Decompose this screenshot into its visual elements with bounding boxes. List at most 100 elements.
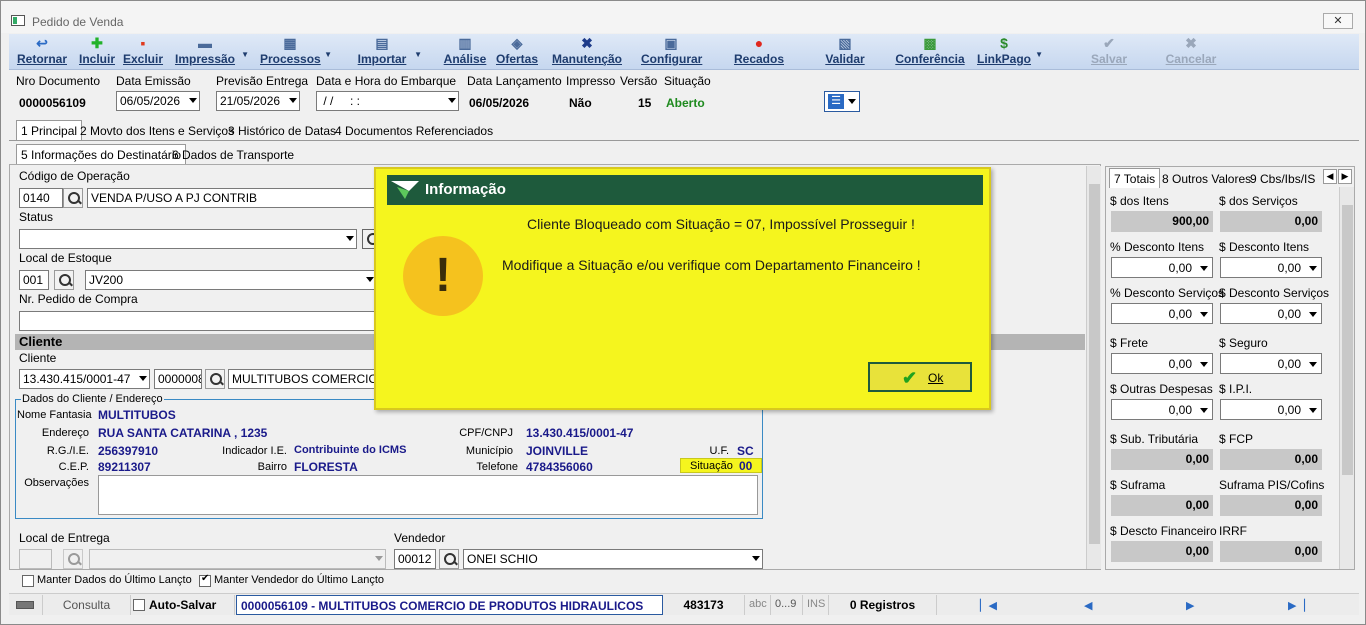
total-input[interactable]: 0,00 (1111, 257, 1213, 278)
tab-totais[interactable]: 7 Totais (1109, 168, 1161, 188)
incluir-button[interactable]: ✚ Incluir (76, 36, 118, 68)
close-button[interactable]: ✕ (1323, 13, 1353, 29)
tab-transporte[interactable]: 6 Dados de Transporte (167, 144, 299, 164)
chevron-down-icon[interactable] (289, 98, 297, 103)
manutencao-button[interactable]: ✖ Manutenção (551, 36, 623, 68)
total-input[interactable]: 0,00 (1220, 353, 1322, 374)
chevron-down-icon[interactable]: ▼ (241, 50, 249, 59)
chevron-down-icon[interactable] (375, 556, 383, 561)
keyboard-icon[interactable] (9, 595, 43, 615)
total-input[interactable]: 0,00 (1220, 399, 1322, 420)
importar-button[interactable]: ▤ Importar ▼ (354, 36, 422, 68)
chevron-down-icon[interactable] (1200, 312, 1208, 317)
processos-button[interactable]: ▦ Processos ▼ (260, 36, 332, 68)
embarque-field[interactable]: / / : : (316, 91, 459, 111)
total-input[interactable]: 0,00 (1220, 257, 1322, 278)
manter-dados-checkbox[interactable] (22, 575, 34, 587)
view-toggle-button[interactable]: ☰ (824, 91, 860, 112)
chevron-down-icon[interactable] (189, 98, 197, 103)
tab-documentos[interactable]: 4 Documentos Referenciados (330, 120, 498, 140)
pedido-compra-field[interactable] (19, 311, 377, 331)
chevron-down-icon[interactable] (1309, 408, 1317, 413)
conferencia-button[interactable]: ▩ Conferência (895, 36, 965, 68)
auto-salvar-checkbox[interactable] (133, 599, 145, 611)
chevron-down-icon[interactable] (848, 99, 856, 104)
previsao-field[interactable]: 21/05/2026 (216, 91, 300, 111)
list-icon: ☰ (828, 94, 844, 109)
chevron-down-icon[interactable] (1309, 266, 1317, 271)
cliente-cnpj-select[interactable]: 13.430.415/0001-47 (19, 369, 150, 389)
main-scrollbar[interactable] (1086, 166, 1101, 569)
local-entrega-select[interactable] (89, 549, 386, 569)
next-record-icon[interactable]: ▶ (1186, 599, 1194, 612)
recados-button[interactable]: ● Recados (733, 36, 785, 68)
dados-cliente-title: Dados do Cliente / Endereço (21, 393, 164, 405)
ofertas-button[interactable]: ◈ Ofertas (493, 36, 541, 68)
tab-outros-valores[interactable]: 8 Outros Valores (1157, 168, 1256, 188)
excluir-button[interactable]: ▪ Excluir (123, 36, 163, 68)
search-icon[interactable] (54, 270, 74, 290)
data-emissao-field[interactable]: 06/05/2026 (116, 91, 200, 111)
retornar-button[interactable]: ↩ Retornar (16, 36, 68, 68)
tab-historico[interactable]: 3 Histórico de Datas (223, 120, 341, 140)
scroll-thumb[interactable] (1089, 184, 1100, 544)
cancelar-button[interactable]: ✖ Cancelar (1163, 36, 1219, 68)
tab-scroll-right-icon[interactable]: ▶ (1338, 169, 1352, 184)
tab-scroll-left-icon[interactable]: ◀ (1323, 169, 1337, 184)
ok-button[interactable]: ✔ Ok (868, 362, 972, 392)
last-record-icon[interactable]: ▶▕ (1288, 599, 1305, 612)
configurar-button[interactable]: ▣ Configurar (641, 36, 702, 68)
total-label: $ Outras Despesas (1110, 382, 1213, 396)
tab-cbs-ibs[interactable]: 9 Cbs/Ibs/IS (1245, 168, 1320, 188)
chevron-down-icon[interactable]: ▼ (414, 50, 422, 59)
salvar-button[interactable]: ✔ Salvar (1085, 36, 1133, 68)
search-icon[interactable] (63, 188, 83, 208)
vendedor-select[interactable]: ONEI SCHIO (463, 549, 763, 569)
chevron-down-icon[interactable] (139, 376, 147, 381)
manter-vendedor-checkbox[interactable] (199, 573, 211, 587)
linkpago-button[interactable]: $ LinkPago ▼ (977, 36, 1043, 68)
impressao-button[interactable]: ▬ Impressão ▼ (173, 36, 249, 68)
chevron-down-icon[interactable] (448, 98, 456, 103)
dialog-message-1: Cliente Bloqueado com Situação = 07, Imp… (527, 216, 915, 232)
chevron-down-icon[interactable] (1200, 408, 1208, 413)
prev-record-icon[interactable]: ◀ (1084, 599, 1092, 612)
scroll-thumb[interactable] (1342, 205, 1353, 475)
validar-button[interactable]: ▧ Validar (821, 36, 869, 68)
cliente-nome-field[interactable]: MULTITUBOS COMERCIO DE (228, 369, 377, 389)
first-record-icon[interactable]: ▏◀ (980, 599, 997, 612)
vendedor-code[interactable]: 00012 (394, 549, 436, 569)
chevron-down-icon[interactable] (752, 556, 760, 561)
status-select[interactable] (19, 229, 357, 249)
window-title: Pedido de Venda (32, 15, 124, 29)
chevron-down-icon[interactable]: ▼ (1035, 50, 1043, 59)
local-estoque-field[interactable]: 001 (19, 270, 49, 290)
search-icon[interactable] (205, 369, 225, 389)
cod-operacao-field[interactable]: 0140 (19, 188, 63, 208)
analise-button[interactable]: ▥ Análise (443, 36, 487, 68)
total-input[interactable]: 0,00 (1111, 353, 1213, 374)
chevron-down-icon[interactable]: ▼ (324, 50, 332, 59)
cliente-code-field[interactable]: 0000008 (154, 369, 202, 389)
total-input[interactable]: 0,00 (1111, 303, 1213, 324)
total-input[interactable]: 0,00 (1111, 399, 1213, 420)
chevron-down-icon[interactable] (1200, 266, 1208, 271)
municipio-value: JOINVILLE (526, 444, 589, 458)
search-icon[interactable] (439, 549, 459, 569)
cod-operacao-desc[interactable]: VENDA P/USO A PJ CONTRIB (87, 188, 377, 208)
tab-movto-itens[interactable]: 2 Movto dos Itens e Serviços (75, 120, 239, 140)
chevron-down-icon[interactable] (366, 277, 374, 282)
observacoes-field[interactable] (98, 475, 758, 515)
search-icon[interactable] (63, 549, 83, 569)
tab-destinatario[interactable]: 5 Informações do Destinatário (16, 144, 187, 164)
chevron-down-icon[interactable] (1200, 362, 1208, 367)
total-input[interactable]: 0,00 (1220, 303, 1322, 324)
chevron-down-icon[interactable] (1309, 362, 1317, 367)
chevron-down-icon[interactable] (1309, 312, 1317, 317)
totals-scrollbar[interactable] (1339, 187, 1354, 569)
tab-principal[interactable]: 1 Principal (16, 120, 83, 140)
chevron-down-icon[interactable] (346, 236, 354, 241)
local-estoque-select[interactable]: JV200 (85, 270, 377, 290)
local-entrega-code[interactable] (19, 549, 52, 569)
toolbar: ↩ Retornar ✚ Incluir ▪ Excluir ▬ Impressão ▼ … (9, 34, 1359, 70)
